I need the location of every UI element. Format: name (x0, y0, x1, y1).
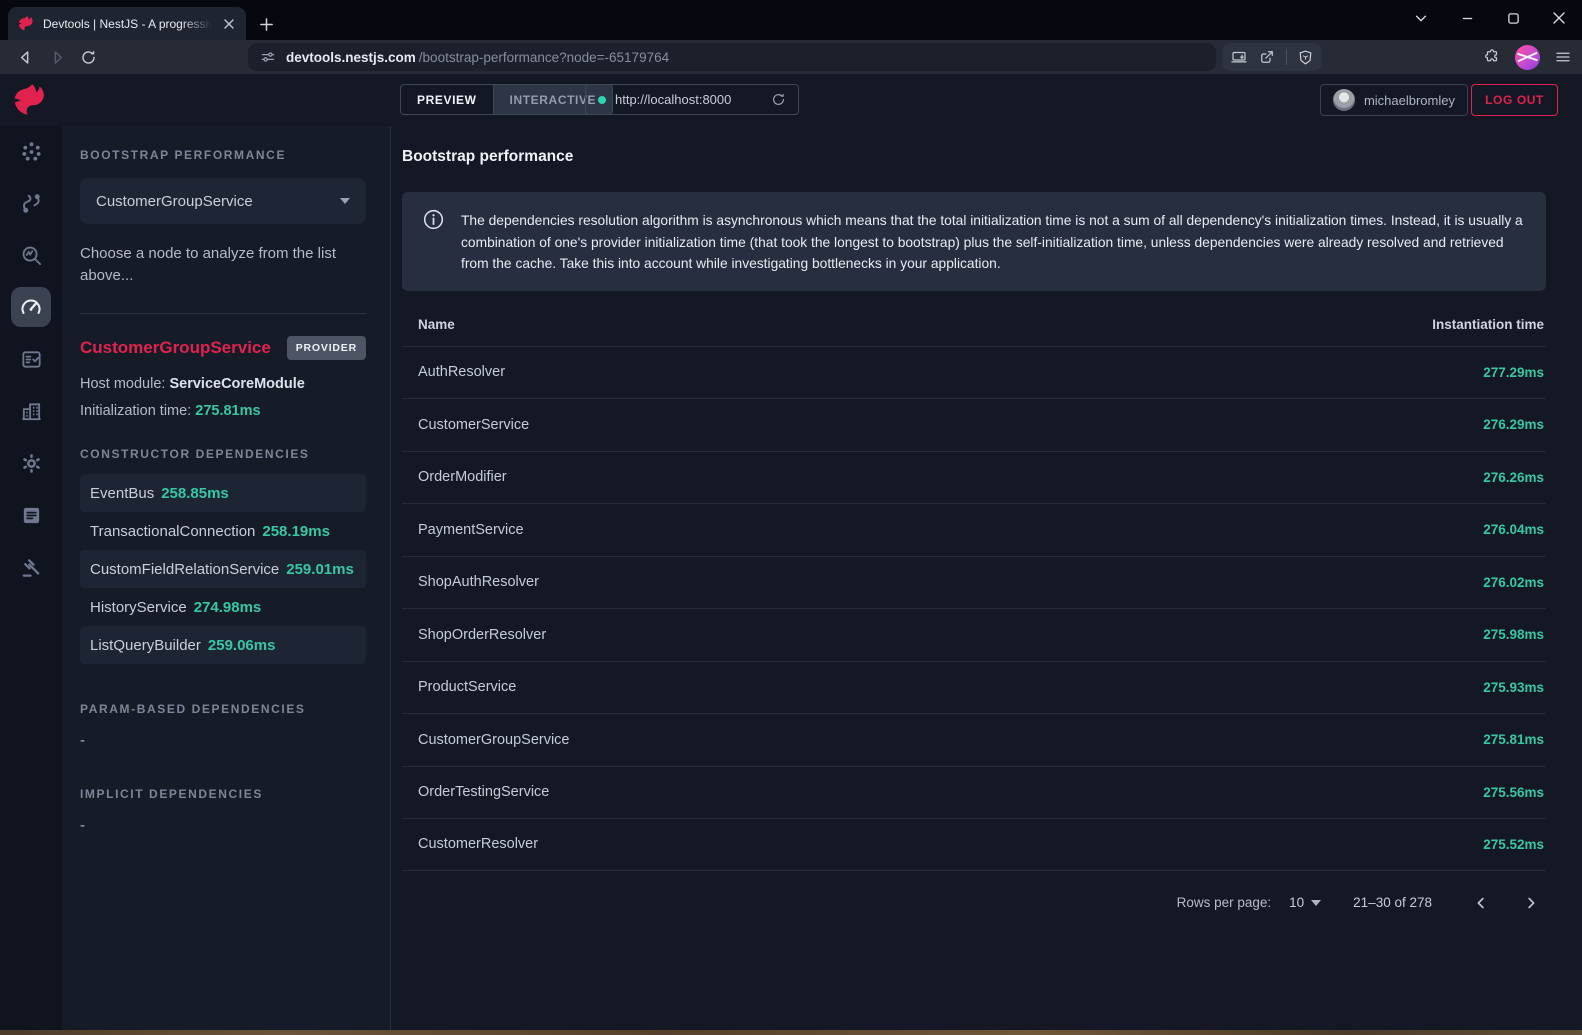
view-mode-toggle: PREVIEW INTERACTIVE (400, 84, 613, 115)
sidebar-item-docs[interactable] (11, 495, 51, 535)
chevron-down-icon (1311, 900, 1321, 906)
page-title: Bootstrap performance (402, 148, 1546, 166)
table-pagination: Rows per page: 10 21–30 of 278 (402, 871, 1546, 916)
host-module-line: Host module: ServiceCoreModule (80, 376, 366, 392)
table-row[interactable]: ProductService275.93ms (402, 661, 1546, 714)
table-row[interactable]: ShopOrderResolver275.98ms (402, 608, 1546, 661)
constructor-deps-title: CONSTRUCTOR DEPENDENCIES (80, 447, 366, 461)
table-header: Name Instantiation time (402, 299, 1546, 346)
provider-badge: PROVIDER (287, 336, 366, 360)
dep-list-item[interactable]: HistoryService274.98ms (80, 588, 366, 626)
brave-shield-icon[interactable] (1297, 49, 1314, 66)
close-icon[interactable] (1536, 0, 1582, 36)
table-row[interactable]: CustomerGroupService275.81ms (402, 713, 1546, 766)
window-controls (1398, 0, 1582, 40)
table-row[interactable]: AuthResolver277.29ms (402, 346, 1546, 399)
sidebar-item-settings[interactable] (11, 443, 51, 483)
send-to-device-icon[interactable] (1230, 48, 1248, 66)
toolbar-right-icons (1483, 43, 1572, 71)
sidebar-item-audit[interactable] (11, 547, 51, 587)
host-module-value: ServiceCoreModule (169, 376, 304, 392)
target-url-box[interactable]: http://localhost:8000 (585, 84, 799, 115)
sidebar-item-insights[interactable] (11, 235, 51, 275)
info-icon (422, 208, 445, 231)
info-banner: The dependencies resolution algorithm is… (402, 192, 1546, 291)
user-menu[interactable]: michaelbromley (1320, 84, 1468, 116)
extensions-icon[interactable] (1483, 48, 1501, 66)
desktop-wallpaper-edge (0, 1030, 1582, 1035)
new-tab-button[interactable] (254, 12, 278, 36)
nestjs-favicon-icon (18, 15, 35, 32)
table-row[interactable]: OrderModifier276.26ms (402, 451, 1546, 504)
user-avatar (1333, 89, 1355, 111)
table-row[interactable]: CustomerService276.29ms (402, 398, 1546, 451)
target-url: http://localhost:8000 (615, 92, 762, 107)
table-row[interactable]: OrderTestingService275.56ms (402, 766, 1546, 819)
param-deps-value: - (80, 732, 366, 749)
url-host: devtools.nestjs.com (286, 50, 416, 65)
pagination-range: 21–30 of 278 (1353, 895, 1432, 910)
url-path: /bootstrap-performance?node=-65179764 (419, 50, 669, 65)
implicit-deps-value: - (80, 817, 366, 834)
share-icon[interactable] (1258, 48, 1276, 66)
minimize-icon[interactable] (1444, 0, 1490, 36)
table-row[interactable]: ShopAuthResolver276.02ms (402, 556, 1546, 609)
username: michaelbromley (1364, 93, 1455, 108)
rows-per-page-label: Rows per page: (1177, 895, 1272, 910)
sidebar-item-routes[interactable] (11, 183, 51, 223)
node-select[interactable]: CustomerGroupService (80, 178, 366, 224)
constructor-deps-list: EventBus258.85ms TransactionalConnection… (80, 474, 366, 664)
forward-icon[interactable] (46, 46, 68, 68)
panel-hint: Choose a node to analyze from the list a… (80, 243, 366, 287)
previous-page-button[interactable] (1468, 890, 1494, 916)
sidebar-item-performance[interactable] (11, 287, 51, 327)
url-bar[interactable]: devtools.nestjs.com /bootstrap-performan… (248, 43, 1216, 71)
node-select-value: CustomerGroupService (96, 193, 253, 210)
rows-per-page-select[interactable]: 10 (1289, 895, 1321, 910)
browser-tab[interactable]: Devtools | NestJS - A progressive (8, 7, 246, 40)
tune-icon[interactable] (260, 49, 276, 65)
bootstrap-performance-panel: BOOTSTRAP PERFORMANCE CustomerGroupServi… (62, 126, 390, 1030)
info-text: The dependencies resolution algorithm is… (461, 210, 1526, 275)
panel-title: BOOTSTRAP PERFORMANCE (80, 148, 366, 162)
performance-table: AuthResolver277.29ms CustomerService276.… (402, 346, 1546, 871)
tab-close-icon[interactable] (220, 15, 238, 33)
menu-icon[interactable] (1554, 48, 1572, 66)
column-instantiation-time: Instantiation time (1432, 317, 1544, 332)
tab-title: Devtools | NestJS - A progressive (43, 17, 212, 31)
back-icon[interactable] (14, 46, 36, 68)
table-row[interactable]: CustomerResolver275.52ms (402, 818, 1546, 871)
implicit-deps-title: IMPLICIT DEPENDENCIES (80, 787, 366, 801)
next-page-button[interactable] (1518, 890, 1544, 916)
main-content: Bootstrap performance The dependencies r… (390, 126, 1582, 1030)
sidebar-item-graph[interactable] (11, 131, 51, 171)
table-row[interactable]: PaymentService276.04ms (402, 503, 1546, 556)
sidebar-item-fact-check[interactable] (11, 339, 51, 379)
init-time-line: Initialization time: 275.81ms (80, 403, 366, 419)
dep-list-item[interactable]: TransactionalConnection258.19ms (80, 512, 366, 550)
param-deps-title: PARAM-BASED DEPENDENCIES (80, 702, 366, 716)
browser-profile-avatar[interactable] (1515, 45, 1540, 70)
reload-icon[interactable] (77, 46, 99, 68)
dep-list-item[interactable]: CustomFieldRelationService259.01ms (80, 550, 366, 588)
logout-button[interactable]: LOG OUT (1471, 84, 1558, 116)
app-icon-rail (0, 126, 62, 1030)
maximize-icon[interactable] (1490, 0, 1536, 36)
chevron-down-icon (340, 198, 350, 204)
toolbar-action-group (1222, 43, 1322, 71)
tab-search-icon[interactable] (1398, 0, 1444, 36)
selected-node-name: CustomerGroupService (80, 338, 271, 358)
dep-list-item[interactable]: ListQueryBuilder259.06ms (80, 626, 366, 664)
connection-status-dot (598, 96, 606, 104)
toolbar-separator (1286, 49, 1287, 65)
column-name: Name (418, 317, 455, 332)
panel-divider (80, 313, 366, 314)
preview-button[interactable]: PREVIEW (401, 85, 494, 114)
init-time-value: 275.81ms (195, 403, 260, 419)
dep-list-item[interactable]: EventBus258.85ms (80, 474, 366, 512)
sidebar-item-modules[interactable] (11, 391, 51, 431)
nestjs-logo[interactable] (0, 74, 62, 126)
browser-tab-strip: Devtools | NestJS - A progressive (0, 0, 1582, 40)
refresh-target-icon[interactable] (771, 92, 786, 107)
